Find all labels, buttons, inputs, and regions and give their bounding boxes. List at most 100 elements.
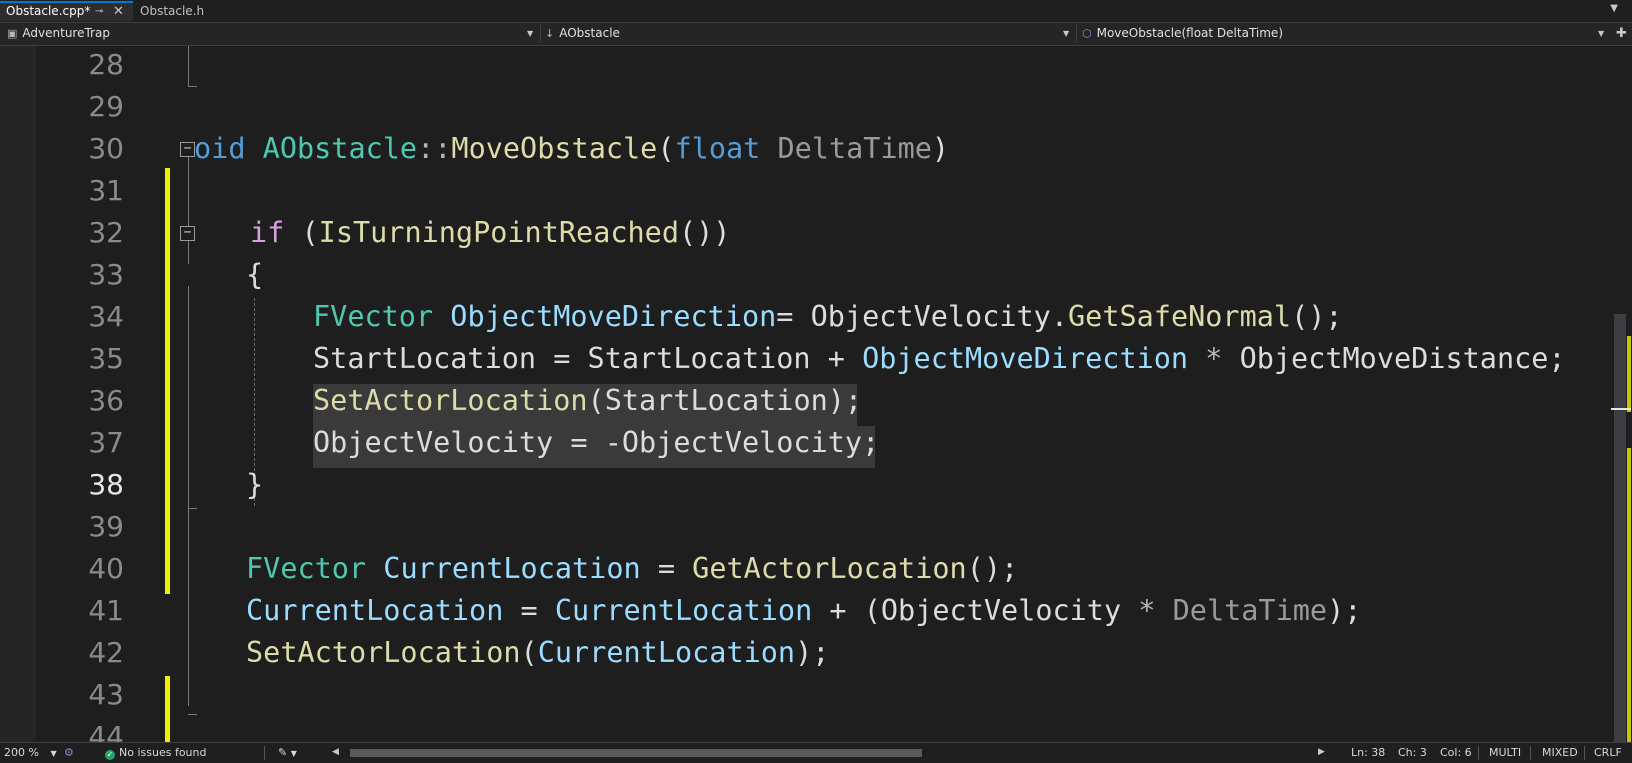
divider [1530,746,1531,760]
scope-dropdown[interactable]: ↓ AObstacle [545,23,620,45]
line-indicator[interactable]: Ln: 38 [1351,743,1385,762]
code-token: ); [795,636,830,669]
code-token: FVector [246,552,367,585]
scroll-left-icon[interactable]: ◀ [332,743,339,762]
code-text: } [246,464,263,506]
copilot-icon[interactable]: ⚙ [64,743,74,762]
code-token: CurrentLocation [383,552,641,585]
chevron-down-icon: ▼ [50,749,57,758]
tab-label: Obstacle.cpp* [6,4,91,18]
code-token: DeltaTime [777,132,932,165]
line-ending[interactable]: CRLF [1594,743,1622,762]
code-text: oid AObstacle::MoveObstacle(float DeltaT… [194,128,949,170]
chevron-down-icon[interactable]: ▼ [527,23,533,45]
code-cleanup-button[interactable]: ✎ ▼ [278,743,297,763]
code-line: 42 SetActorLocation(CurrentLocation); [0,632,1610,674]
code-token: GetSafeNormal [1068,300,1292,333]
code-token: * [1138,594,1156,627]
divider [1076,25,1077,43]
scope-label: AObstacle [559,26,620,40]
vertical-scrollbar[interactable] [1610,46,1632,742]
scrollbar-thumb[interactable] [1614,314,1626,742]
code-token: ObjectMoveDirection [450,300,777,333]
code-line: 40 FVector CurrentLocation = GetActorLoc… [0,548,1610,590]
code-token: CurrentLocation [554,594,813,627]
code-token: * [1188,342,1240,375]
code-text: SetActorLocation(CurrentLocation); [246,632,829,674]
caret-position-marker [1611,408,1631,410]
code-token: :: [417,132,452,165]
code-line: 30 oid AObstacle::MoveObstacle(float Del… [0,128,1610,170]
code-text: StartLocation = StartLocation + ObjectMo… [313,338,1566,380]
tab-obstacle-cpp[interactable]: Obstacle.cpp* ⊸ ✕ [0,1,133,21]
member-dropdown[interactable]: ⬡ MoveObstacle(float DeltaTime) [1082,23,1283,45]
code-line: 38 } [0,464,1610,506]
code-token: (); [966,552,1019,585]
chevron-down-icon[interactable]: ▼ [1610,3,1618,14]
code-token: = [503,594,555,627]
code-token: CurrentLocation [537,636,796,669]
line-number: 42 [88,636,124,669]
indentation-mode[interactable]: MIXED [1542,743,1578,762]
check-circle-icon: ✓ [105,750,115,760]
close-icon[interactable]: ✕ [113,3,124,20]
scroll-right-icon[interactable]: ▶ [1318,743,1325,762]
code-text: FVector ObjectMoveDirection= ObjectVeloc… [313,296,1343,338]
chevron-down-icon[interactable]: ▼ [1063,23,1069,45]
code-token: StartLocation = StartLocation + [313,342,863,375]
editor-status-bar: 200 % ▼ ⚙ ✓ No issues found ✎ ▼ ◀ ▶ Ln: 3… [0,742,1632,763]
code-token: FVector [313,300,434,333]
code-token: ( [657,132,675,165]
code-token: IsTurningPointReached [318,216,679,249]
code-token: ); [1327,594,1362,627]
code-line: 39 [0,506,1610,548]
line-number: 34 [88,300,124,333]
code-token: SetActorLocation [246,636,521,669]
code-token: CurrentLocation [246,594,504,627]
char-indicator[interactable]: Ch: 3 [1398,743,1427,762]
scrollbar-thumb[interactable] [350,749,922,757]
code-token: (); [1291,300,1343,333]
tab-obstacle-h[interactable]: Obstacle.h [134,1,234,21]
project-label: AdventureTrap [22,26,110,40]
line-number: 40 [88,552,124,585]
code-text: SetActorLocation(StartLocation); [313,380,862,422]
line-number: 35 [88,342,124,375]
project-dropdown[interactable]: ▣ AdventureTrap [7,23,110,45]
code-token: oid [194,132,246,165]
line-number: 33 [88,258,124,291]
line-number: 36 [88,384,124,417]
line-number: 32 [88,216,124,249]
code-token: GetActorLocation [692,552,967,585]
zoom-dropdown[interactable]: 200 % ▼ [4,743,57,763]
issues-indicator[interactable]: ✓ No issues found [105,743,206,762]
code-token: ) [931,132,950,165]
code-line: 43 [0,674,1610,716]
code-token: AObstacle [262,132,418,165]
split-window-icon[interactable]: ✚ [1616,26,1627,41]
code-token: ObjectMoveDistance; [1239,342,1566,375]
column-indicator[interactable]: Col: 6 [1440,743,1472,762]
change-map-marker [1627,448,1631,742]
code-token: ()) [678,216,731,249]
horizontal-scrollbar[interactable] [350,748,1310,758]
code-editor[interactable]: − − 28 29 30 oid AObstacle::MoveObstacle… [0,46,1632,742]
line-number: 43 [88,678,124,711]
code-line: 31 [0,170,1610,212]
pin-icon[interactable]: ⊸ [95,3,103,20]
issues-label: No issues found [119,746,207,759]
line-number: 39 [88,510,124,543]
member-label: MoveObstacle(float DeltaTime) [1096,26,1283,40]
code-token: = [640,552,693,585]
tab-label: Obstacle.h [140,4,205,18]
chevron-down-icon[interactable]: ▼ [1598,23,1604,45]
scope-arrow-icon: ↓ [545,27,555,40]
line-number: 30 [88,132,124,165]
selection-mode[interactable]: MULTI [1489,743,1521,762]
zoom-level: 200 % [4,746,39,759]
